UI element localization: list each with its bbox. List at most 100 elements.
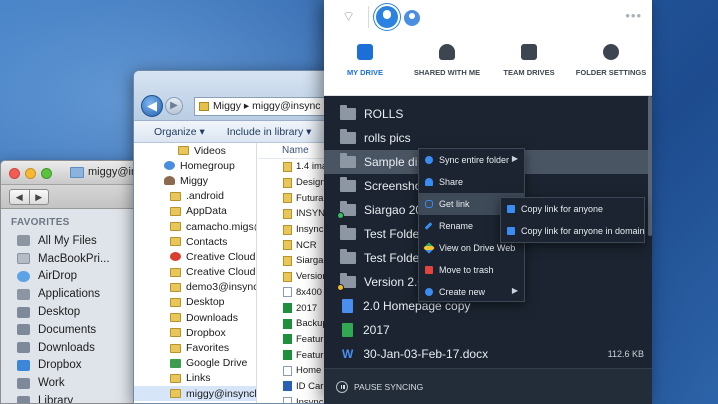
tab-my-drive[interactable]: MY DRIVE (324, 34, 406, 95)
tab-team-drives[interactable]: TEAM DRIVES (488, 34, 570, 95)
submenu-item-label: Copy link for anyone in domain (521, 226, 645, 236)
zoom-button[interactable] (41, 168, 52, 179)
file-list-item[interactable]: Backup (258, 316, 332, 332)
list-item[interactable]: W 30-Jan-03-Feb-17.docx 112.6 KB (324, 342, 652, 366)
menu-item-share[interactable]: Share (419, 171, 524, 193)
menu-item-sync-entire-folder[interactable]: Sync entire folder ▶ (419, 149, 524, 171)
tree-item[interactable]: Homegroup (134, 158, 256, 173)
forward-arrow-icon[interactable]: ▶ (165, 97, 183, 115)
file-list-item[interactable]: 2017 (258, 300, 332, 316)
list-item[interactable]: ROLLS (324, 102, 652, 126)
drive-icon (423, 242, 435, 254)
tree-item[interactable]: AppData (134, 204, 256, 219)
user-folder-icon (164, 176, 175, 186)
menu-item-create-new[interactable]: Create new ▶ (419, 281, 524, 303)
tree-item-label: Videos (194, 144, 226, 157)
file-list-item[interactable]: Design (258, 175, 332, 191)
minimize-button[interactable] (25, 168, 36, 179)
tree-item[interactable]: Miggy (134, 173, 256, 188)
file-list-item[interactable]: Home (258, 363, 332, 379)
tree-item[interactable]: Downloads (134, 310, 256, 325)
pause-syncing-button[interactable]: PAUSE SYNCING (324, 368, 652, 404)
menu-item-move-to-trash[interactable]: Move to trash (419, 259, 524, 281)
folder-icon (340, 225, 356, 240)
list-item[interactable]: rolls pics (324, 126, 652, 150)
sidebar-item-label: Documents (38, 323, 97, 336)
name-column-header[interactable]: Name (258, 143, 332, 159)
file-list-item[interactable]: Siargao (258, 253, 332, 269)
more-options-icon[interactable]: ••• (625, 8, 642, 23)
tree-item[interactable]: Links (134, 371, 256, 386)
list-item-label: Version 2.0 (364, 275, 425, 289)
close-button[interactable] (9, 168, 20, 179)
sidebar-item[interactable]: AirDrop (1, 268, 144, 286)
wifi-icon: ⌔ (342, 8, 356, 24)
tree-item[interactable]: Creative Cloud F (134, 265, 256, 280)
file-list-item[interactable]: NCR (258, 237, 332, 253)
document-icon (283, 365, 292, 376)
sidebar-item-label: Work (38, 377, 65, 390)
tree-item[interactable]: miggy@insynch (134, 386, 256, 402)
organize-button[interactable]: Organize ▾ (134, 126, 205, 138)
file-list-item-label: Insync (296, 224, 324, 236)
sidebar-item[interactable]: Work (1, 374, 144, 392)
share-icon (425, 178, 433, 186)
sidebar-item[interactable]: MacBookPri... (1, 250, 144, 268)
tree-item[interactable]: camacho.migs@ (134, 219, 256, 234)
submenu-item[interactable]: Copy link for anyone in domain (501, 220, 645, 242)
menu-item-label: Rename (439, 221, 474, 231)
sidebar-item[interactable]: Desktop (1, 303, 144, 321)
tree-item-label: Desktop (186, 296, 225, 309)
back-arrow-icon[interactable]: ◀ (141, 95, 163, 117)
explorer-window: ◀ ▶ Miggy ▸ miggy@insync Organize ▾ Incl… (133, 70, 333, 404)
file-list-item[interactable]: Insync (258, 394, 332, 403)
sync-icon (425, 156, 433, 164)
sidebar-item[interactable]: All My Files (1, 232, 144, 250)
sidebar-item[interactable]: Dropbox (1, 357, 144, 375)
file-list-item[interactable]: 1.4 ima (258, 159, 332, 175)
tree-item[interactable]: Desktop (134, 295, 256, 310)
favorites-header: FAVORITES (11, 217, 70, 228)
tree-item[interactable]: Videos (134, 143, 256, 158)
tree-item[interactable]: Favorites (134, 340, 256, 355)
folder-icon (170, 267, 181, 277)
tab-shared-with-me[interactable]: SHARED WITH ME (406, 34, 488, 95)
trash-icon (425, 266, 433, 274)
file-list-item[interactable]: ID Car (258, 379, 332, 395)
applications-icon (17, 288, 30, 300)
explorer-title-bar: ◀ ▶ Miggy ▸ miggy@insync (134, 71, 332, 121)
tab-folder-settings[interactable]: FOLDER SETTINGS (570, 34, 652, 95)
tree-item[interactable]: Creative Cloud F (134, 249, 256, 264)
file-list-item[interactable]: INSYN (258, 206, 332, 222)
scrollbar[interactable] (648, 96, 652, 236)
avatar-secondary[interactable] (404, 10, 420, 26)
file-list-item[interactable]: Featur (258, 347, 332, 363)
sidebar-item[interactable]: Applications (1, 285, 144, 303)
include-in-library-button[interactable]: Include in library ▾ (205, 126, 312, 138)
tree-item[interactable]: Contacts (134, 234, 256, 249)
file-list-item[interactable]: Version (258, 269, 332, 285)
folder-icon (340, 153, 356, 168)
address-bar[interactable]: Miggy ▸ miggy@insync (194, 97, 332, 116)
folder-icon (170, 282, 181, 292)
tree-item[interactable]: Google Drive (134, 356, 256, 371)
sidebar-item-label: Desktop (38, 306, 81, 319)
sidebar-item[interactable]: Downloads (1, 339, 144, 357)
tree-item[interactable]: Dropbox (134, 325, 256, 340)
sidebar-item[interactable]: Documents (1, 321, 144, 339)
forward-arrow-icon[interactable]: ▶ (28, 190, 49, 204)
airdrop-icon (17, 270, 30, 282)
file-list-item[interactable]: Insync (258, 222, 332, 238)
list-item[interactable]: 2017 (324, 318, 652, 342)
tree-item[interactable]: .android (134, 189, 256, 204)
file-list-item[interactable]: 8x400 (258, 285, 332, 301)
tree-item[interactable]: demo3@insynch (134, 280, 256, 295)
submenu-item[interactable]: Copy link for anyone (501, 198, 644, 220)
file-list-item[interactable]: Featur (258, 332, 332, 348)
sidebar-item[interactable]: Library (1, 392, 144, 403)
folder-icon (283, 224, 292, 235)
file-list-item[interactable]: Futura (258, 190, 332, 206)
back-arrow-icon[interactable]: ◀ (10, 190, 29, 204)
file-list-item-label: 1.4 ima (296, 161, 328, 173)
avatar-primary[interactable] (376, 6, 398, 28)
